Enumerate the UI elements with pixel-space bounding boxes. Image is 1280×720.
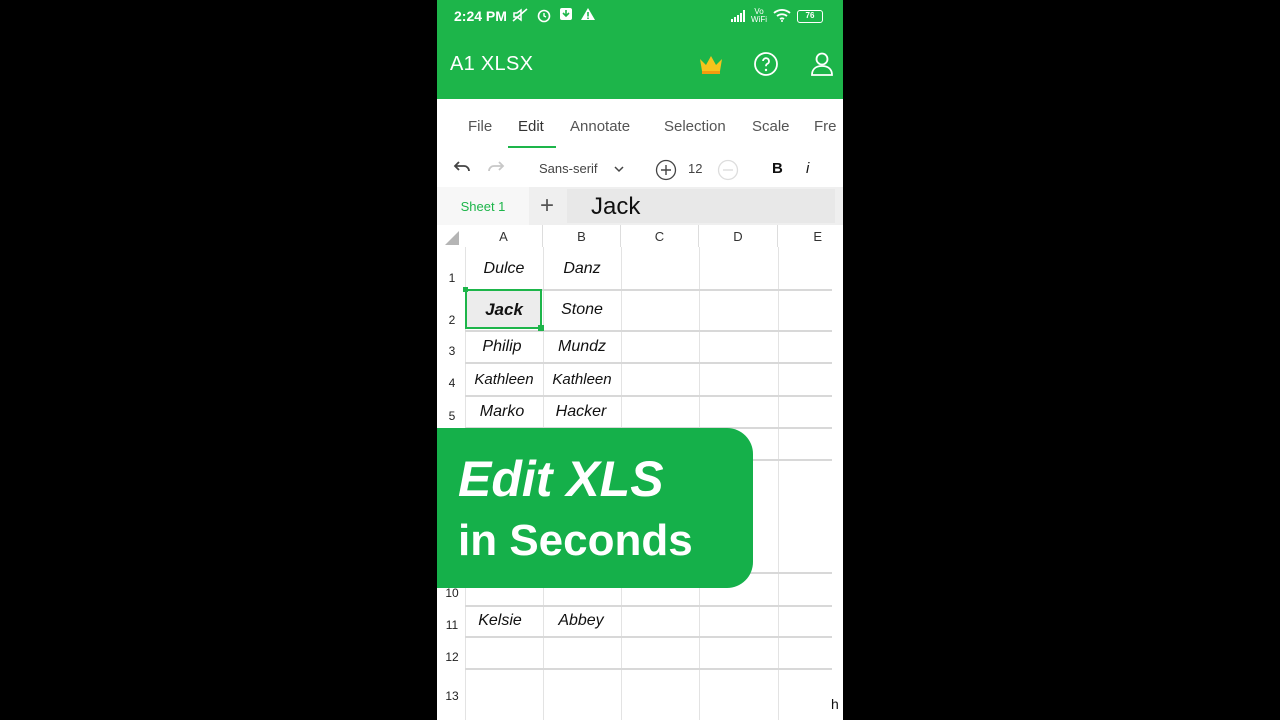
column-header-d[interactable]: D [699, 225, 778, 247]
tab-annotate[interactable]: Annotate [570, 118, 630, 135]
cell-b11[interactable]: Abbey [543, 605, 619, 636]
bold-button[interactable]: B [772, 160, 783, 177]
decrease-font-icon[interactable] [717, 159, 739, 181]
grid-line [778, 247, 779, 720]
app-title: A1 XLSX [450, 53, 534, 75]
row-header-2[interactable]: 2 [441, 313, 463, 327]
crown-icon[interactable] [697, 50, 725, 78]
row-header-4[interactable]: 4 [441, 376, 463, 390]
tab-edit[interactable]: Edit [518, 118, 544, 135]
banner-headline: Edit XLS [458, 451, 664, 507]
account-icon[interactable] [808, 50, 836, 78]
menu-bar: File Edit Annotate Selection Scale Fre [437, 99, 843, 151]
download-icon [559, 7, 573, 24]
formula-bar[interactable]: Jack [567, 189, 835, 223]
row-header-10[interactable]: 10 [441, 586, 463, 600]
add-sheet-button[interactable]: + [533, 191, 561, 221]
chevron-down-icon [614, 161, 624, 176]
cell-b5[interactable]: Hacker [543, 396, 619, 427]
status-indicators: Vo WiFi 76 [731, 6, 823, 26]
wifi-icon [773, 8, 791, 25]
cell-a5[interactable]: Marko [465, 396, 539, 427]
font-family-value: Sans-serif [539, 161, 598, 176]
signal-icon [731, 10, 745, 22]
promo-banner: Edit XLS in Seconds [437, 428, 753, 588]
increase-font-icon[interactable] [655, 159, 677, 181]
column-header-c[interactable]: C [621, 225, 699, 247]
row-header-13[interactable]: 13 [441, 689, 463, 703]
row-header-1[interactable]: 1 [441, 271, 463, 285]
mute-icon [511, 7, 529, 26]
alarm-icon [536, 7, 552, 26]
font-family-select[interactable]: Sans-serif [539, 161, 624, 176]
cell-a11[interactable]: Kelsie [465, 605, 535, 636]
column-header-e[interactable]: E [778, 225, 832, 247]
format-toolbar: Sans-serif 12 B i [437, 151, 843, 187]
vowifi-label: Vo WiFi [751, 7, 767, 24]
warning-icon [580, 7, 596, 24]
help-icon[interactable] [752, 50, 780, 78]
battery-icon: 76 [797, 9, 823, 23]
font-size-value: 12 [688, 161, 703, 176]
banner-subheadline: in Seconds [458, 516, 693, 565]
undo-icon[interactable] [453, 159, 471, 175]
corner-text: h [831, 696, 839, 712]
active-tab-indicator [508, 146, 556, 148]
tab-selection[interactable]: Selection [664, 118, 726, 135]
cell-b2[interactable]: Stone [543, 291, 621, 329]
tab-scale[interactable]: Scale [752, 118, 790, 135]
row-header-5[interactable]: 5 [441, 409, 463, 423]
phone-screen: 2:24 PM Vo WiFi 76 A1 XLSX File Edit Ann… [437, 0, 843, 720]
sheet-tab[interactable]: Sheet 1 [437, 187, 529, 225]
select-all-corner[interactable] [437, 225, 465, 247]
tab-freeze[interactable]: Fre [814, 118, 837, 135]
column-header-a[interactable]: A [465, 225, 543, 247]
cell-b1[interactable]: Danz [543, 251, 621, 287]
column-header-b[interactable]: B [543, 225, 621, 247]
cell-a3[interactable]: Philip [465, 332, 539, 362]
cell-b4[interactable]: Kathleen [543, 364, 621, 395]
grid-line [465, 636, 832, 638]
cell-a2[interactable]: Jack [465, 291, 543, 329]
row-header-3[interactable]: 3 [441, 344, 463, 358]
redo-icon[interactable] [487, 159, 505, 175]
grid-line [465, 668, 832, 670]
formula-value: Jack [591, 193, 641, 220]
cell-a4[interactable]: Kathleen [465, 364, 543, 395]
sheet-row: Sheet 1 + Jack [437, 187, 843, 225]
row-header-11[interactable]: 11 [441, 618, 463, 632]
app-bar: 2:24 PM Vo WiFi 76 A1 XLSX [437, 0, 843, 99]
status-time: 2:24 PM [454, 8, 507, 24]
tab-file[interactable]: File [468, 118, 492, 135]
row-header-12[interactable]: 12 [441, 650, 463, 664]
cell-a1[interactable]: Dulce [465, 251, 543, 287]
italic-button[interactable]: i [806, 160, 809, 177]
cell-b3[interactable]: Mundz [543, 332, 621, 362]
